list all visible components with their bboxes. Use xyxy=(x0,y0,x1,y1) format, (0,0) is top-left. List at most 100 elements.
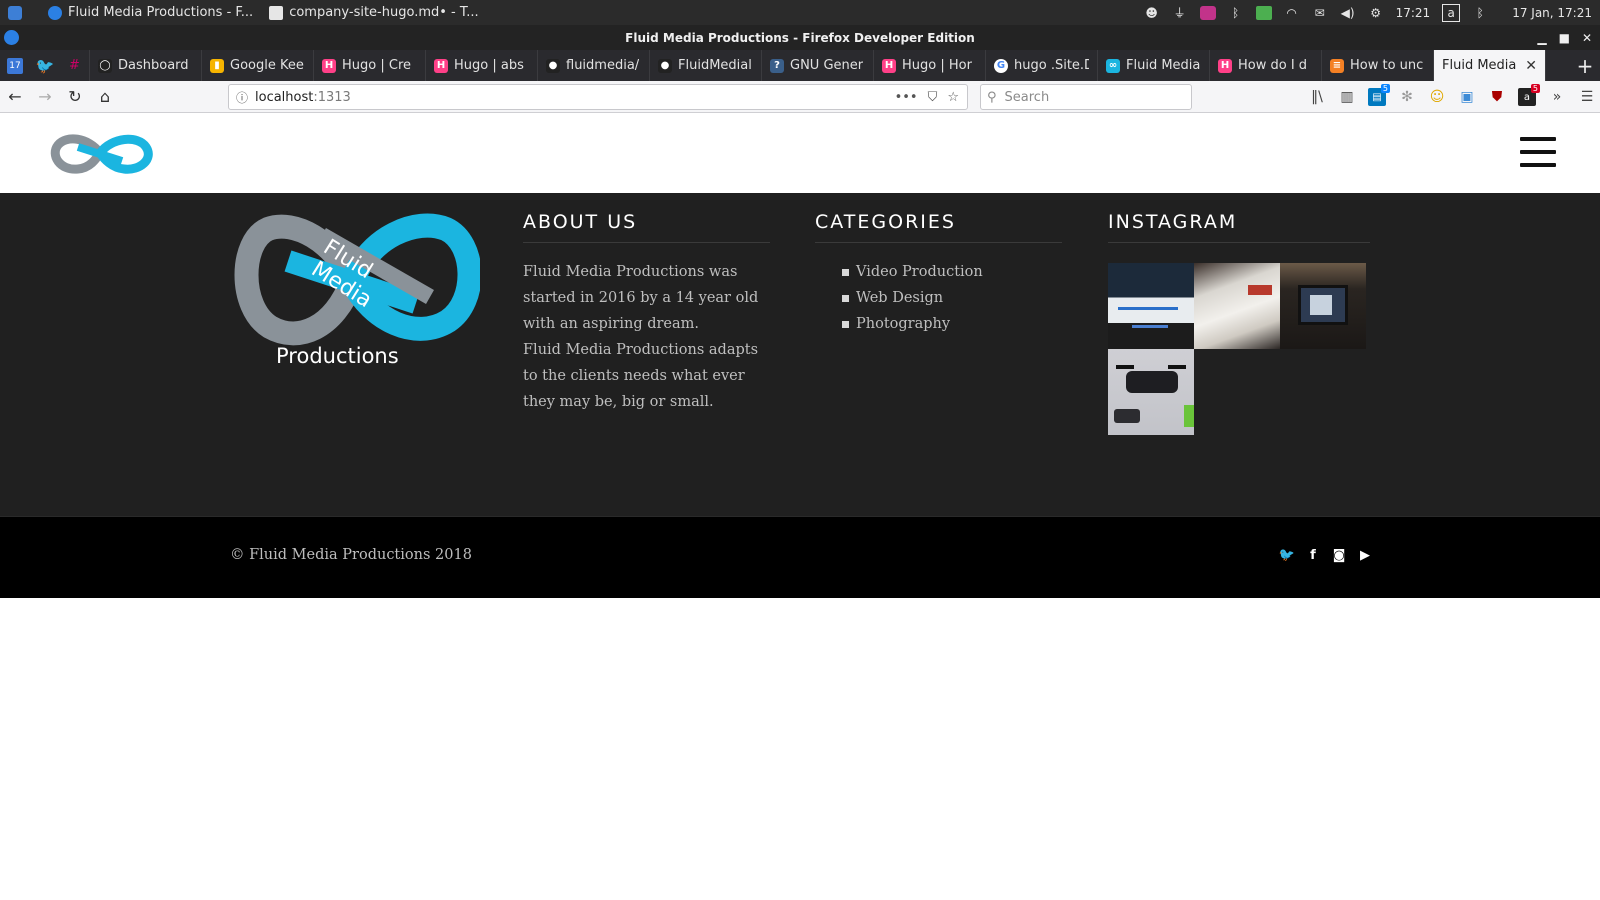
os-top-panel: Fluid Media Productions - F... company-s… xyxy=(0,0,1600,25)
home-icon: ⌂ xyxy=(99,87,111,106)
settings-gear-icon[interactable]: ⚙ xyxy=(1368,6,1384,20)
tab[interactable]: Ghugo .Site.D xyxy=(986,50,1098,81)
hamburger-menu-icon[interactable]: ☰ xyxy=(1578,88,1596,106)
app-launcher-icon xyxy=(8,5,22,20)
new-tab-button[interactable]: + xyxy=(1570,50,1600,81)
instagram-photo-documents[interactable] xyxy=(1194,263,1280,349)
site-logo[interactable] xyxy=(44,127,156,179)
tab-label: Hugo | Cre xyxy=(342,58,411,73)
power-plug-icon[interactable]: ⏚ xyxy=(1172,6,1188,20)
date-time[interactable]: 17 Jan, 17:21 xyxy=(1512,6,1592,20)
reload-button[interactable]: ↻ xyxy=(60,82,90,112)
instagram-photo-drone[interactable] xyxy=(1108,349,1194,435)
library-icon[interactable]: ‖\ xyxy=(1308,88,1326,106)
tab-label: Hugo | abs xyxy=(454,58,524,73)
user-icon[interactable]: ☻ xyxy=(1144,6,1160,20)
taskbar-item-label: Fluid Media Productions - F... xyxy=(68,5,254,20)
category-link-web-design[interactable]: Web Design xyxy=(842,285,1062,311)
sidebar-icon[interactable]: ▥ xyxy=(1338,88,1356,106)
category-label: Web Design xyxy=(856,290,944,306)
keyboard-layout-indicator[interactable]: a xyxy=(1442,3,1461,22)
menu-bar xyxy=(1520,137,1556,141)
forward-button[interactable]: → xyxy=(30,82,60,112)
tab[interactable]: ∞ Fluid Media xyxy=(1098,50,1210,81)
github-icon: ● xyxy=(658,58,672,73)
volume-icon[interactable]: ◀) xyxy=(1340,6,1356,20)
search-input[interactable]: ⚲ Search xyxy=(980,84,1192,110)
tab[interactable]: ▮ Google Kee xyxy=(202,50,314,81)
tab[interactable]: H How do I d xyxy=(1210,50,1322,81)
info-icon[interactable]: ⓘ xyxy=(229,89,255,106)
ublock-icon[interactable]: ⛊ xyxy=(1488,88,1506,106)
tabs-list: ◯ Dashboard ▮ Google Kee H Hugo | Cre H Hugo | … xyxy=(90,50,1434,81)
category-link-photography[interactable]: Photography xyxy=(842,311,1062,337)
minimize-icon[interactable]: ▁ xyxy=(1537,31,1546,45)
stackoverflow-icon: ≡ xyxy=(1330,58,1344,73)
clock[interactable]: 17:21 xyxy=(1396,6,1431,20)
hugo-icon: H xyxy=(434,58,448,73)
hugo-icon: H xyxy=(1218,58,1232,73)
bullet-icon xyxy=(842,320,849,328)
wifi-icon[interactable]: ◠ xyxy=(1284,6,1300,20)
emoji-icon[interactable]: ☺ xyxy=(1428,88,1446,106)
url-bar[interactable]: ⓘ localhost:1313 ••• ⛉ ☆ xyxy=(228,84,968,110)
site-menu-button[interactable] xyxy=(1520,137,1556,167)
search-placeholder: Search xyxy=(1004,89,1050,105)
tab-active[interactable]: Fluid Media ✕ xyxy=(1434,50,1546,81)
react-devtools-icon[interactable]: ✻ xyxy=(1398,88,1416,106)
facebook-icon[interactable]: f xyxy=(1306,547,1320,563)
footer-logo: Fluid Media Productions xyxy=(234,213,480,368)
youtube-icon[interactable]: ▶ xyxy=(1358,547,1372,563)
maximize-icon[interactable]: ■ xyxy=(1559,31,1570,45)
app-menu-button[interactable] xyxy=(0,0,40,25)
tab[interactable]: ● fluidmedia/ xyxy=(538,50,650,81)
tab[interactable]: ? GNU Gener xyxy=(762,50,874,81)
mail-icon[interactable]: ✉ xyxy=(1312,6,1328,20)
window-title-bar[interactable]: Fluid Media Productions - Firefox Develo… xyxy=(0,25,1600,50)
tab[interactable]: H Hugo | Hor xyxy=(874,50,986,81)
trello-icon[interactable]: ▤ 5 xyxy=(1368,84,1390,106)
more-actions-icon[interactable]: ••• xyxy=(895,90,918,105)
tab-label: FluidMedial xyxy=(678,58,752,73)
about-heading: ABOUT US xyxy=(523,211,770,243)
bluetooth-icon[interactable]: ᛒ xyxy=(1228,6,1244,20)
twitter-icon[interactable]: 🐦 xyxy=(1279,547,1295,563)
bullet-icon xyxy=(842,294,849,302)
instagram-photo-camera[interactable] xyxy=(1280,263,1366,349)
image-viewer-icon[interactable] xyxy=(1255,5,1272,20)
pinned-tab-twitter[interactable]: 🐦 xyxy=(30,50,60,81)
extension-icon[interactable]: a5 xyxy=(1518,84,1540,106)
instagram-photo-screen[interactable] xyxy=(1108,263,1194,349)
window-controls: ▁ ■ ✕ xyxy=(1537,25,1592,50)
close-tab-icon[interactable]: ✕ xyxy=(1525,58,1537,74)
tab[interactable]: H Hugo | Cre xyxy=(314,50,426,81)
bluetooth-icon[interactable]: ᛒ xyxy=(1472,6,1488,20)
pocket-icon[interactable]: ⛉ xyxy=(928,90,938,105)
gnu-icon: ? xyxy=(770,58,784,73)
picture-icon[interactable]: ▣ xyxy=(1458,88,1476,106)
taskbar-item-editor[interactable]: company-site-hugo.md• - T... xyxy=(261,0,486,25)
tab[interactable]: ◯ Dashboard xyxy=(90,50,202,81)
home-button[interactable]: ⌂ xyxy=(90,82,120,112)
overflow-chevron-icon[interactable]: » xyxy=(1548,88,1566,106)
bookmark-star-icon[interactable]: ☆ xyxy=(947,90,959,105)
app-tray-icon[interactable] xyxy=(1199,5,1216,20)
category-link-video-production[interactable]: Video Production xyxy=(842,259,1062,285)
tab-strip: 17 🐦 # ◯ Dashboard ▮ Google Kee H Hugo | Cre H… xyxy=(0,50,1600,81)
tab[interactable]: ● FluidMedial xyxy=(650,50,762,81)
tab-label: Hugo | Hor xyxy=(902,58,972,73)
pinned-tab-slack[interactable]: # xyxy=(60,50,90,81)
close-icon[interactable]: ✕ xyxy=(1582,31,1592,45)
tab[interactable]: H Hugo | abs xyxy=(426,50,538,81)
instagram-icon[interactable]: ◙ xyxy=(1332,547,1346,563)
back-button[interactable]: ← xyxy=(0,82,30,112)
calendar-icon: 17 xyxy=(7,57,23,74)
site-footer: Fluid Media Productions ABOUT US Fluid M… xyxy=(0,193,1600,516)
url-host: localhost xyxy=(255,89,314,105)
tab-label: Google Kee xyxy=(230,58,304,73)
tab[interactable]: ≡ How to unc xyxy=(1322,50,1434,81)
site-header xyxy=(0,113,1600,193)
taskbar-item-firefox[interactable]: Fluid Media Productions - F... xyxy=(40,0,261,25)
pinned-tab-calendar[interactable]: 17 xyxy=(0,50,30,81)
badge-count: 5 xyxy=(1530,84,1540,93)
